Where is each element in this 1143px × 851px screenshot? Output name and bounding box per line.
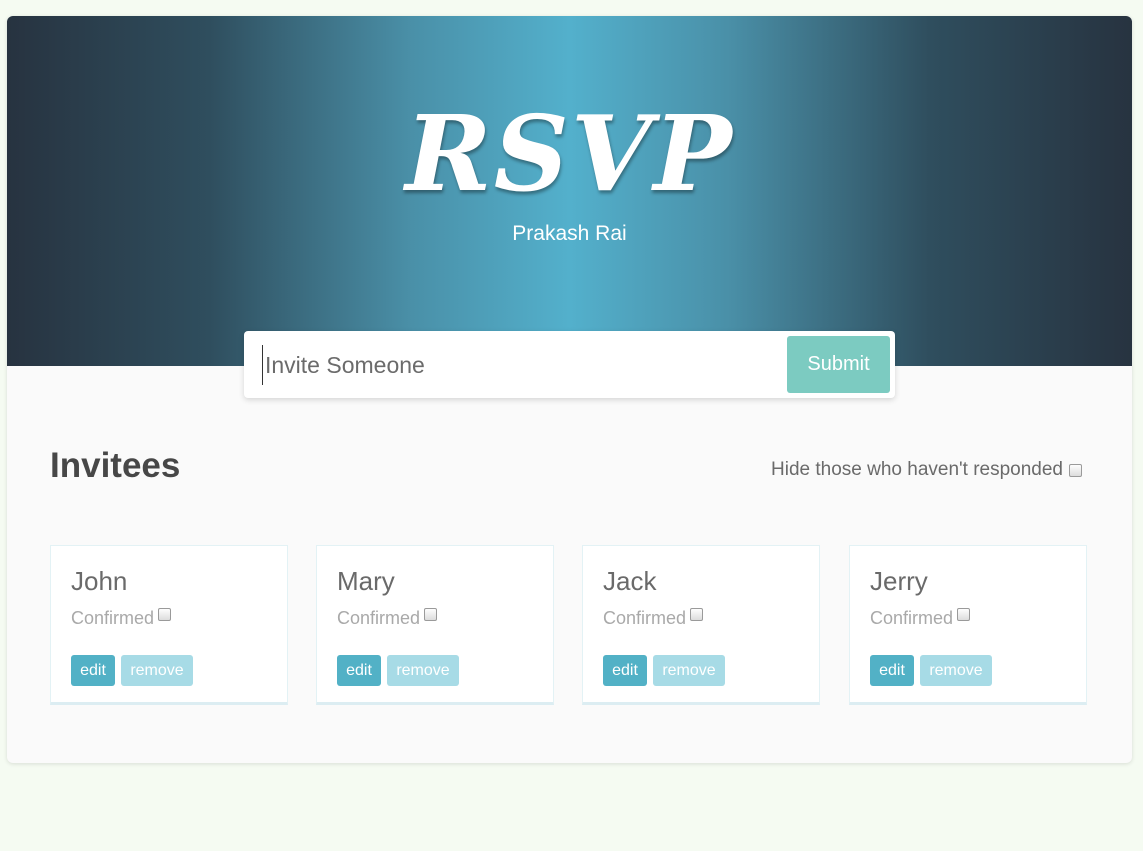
confirmed-checkbox[interactable] [158, 608, 172, 621]
confirmed-checkbox[interactable] [424, 608, 438, 621]
header-banner: RSVP Prakash Rai [7, 16, 1132, 366]
confirmed-toggle[interactable]: Confirmed [603, 608, 704, 629]
hide-unresponded-checkbox[interactable] [1069, 463, 1082, 477]
edit-button[interactable]: edit [337, 655, 381, 686]
confirmed-label: Confirmed [870, 608, 954, 628]
invite-input[interactable] [262, 345, 767, 385]
hide-unresponded-filter[interactable]: Hide those who haven't responded [771, 459, 1082, 481]
remove-button[interactable]: remove [121, 655, 193, 686]
invitees-heading: Invitees [50, 446, 181, 485]
remove-button[interactable]: remove [920, 655, 992, 686]
invitee-card: John Confirmed edit remove [50, 545, 288, 705]
rsvp-logo: RSVP [405, 92, 734, 215]
invitee-name: Jerry [870, 566, 928, 596]
confirmed-checkbox[interactable] [690, 608, 704, 621]
rsvp-app: RSVP Prakash Rai Submit Invitees Hide th… [7, 16, 1132, 763]
confirmed-label: Confirmed [337, 608, 421, 628]
confirmed-toggle[interactable]: Confirmed [870, 608, 971, 629]
confirmed-checkbox[interactable] [957, 608, 971, 621]
edit-button[interactable]: edit [71, 655, 115, 686]
hide-unresponded-label: Hide those who haven't responded [771, 459, 1063, 480]
invite-form: Submit [244, 331, 895, 398]
edit-button[interactable]: edit [870, 655, 914, 686]
invitee-card: Jerry Confirmed edit remove [849, 545, 1087, 705]
confirmed-toggle[interactable]: Confirmed [71, 608, 172, 629]
remove-button[interactable]: remove [653, 655, 725, 686]
invitee-name: John [71, 566, 128, 596]
invitee-card: Jack Confirmed edit remove [582, 545, 820, 705]
confirmed-label: Confirmed [71, 608, 155, 628]
submit-button[interactable]: Submit [787, 336, 890, 393]
invitee-name: Mary [337, 566, 395, 596]
edit-button[interactable]: edit [603, 655, 647, 686]
confirmed-toggle[interactable]: Confirmed [337, 608, 438, 629]
confirmed-label: Confirmed [603, 608, 687, 628]
invitee-list: John Confirmed edit remove Mary Confirme… [50, 545, 1088, 707]
author-subtitle: Prakash Rai [512, 222, 627, 245]
remove-button[interactable]: remove [387, 655, 459, 686]
invitee-name: Jack [603, 566, 657, 596]
invitee-card: Mary Confirmed edit remove [316, 545, 554, 705]
